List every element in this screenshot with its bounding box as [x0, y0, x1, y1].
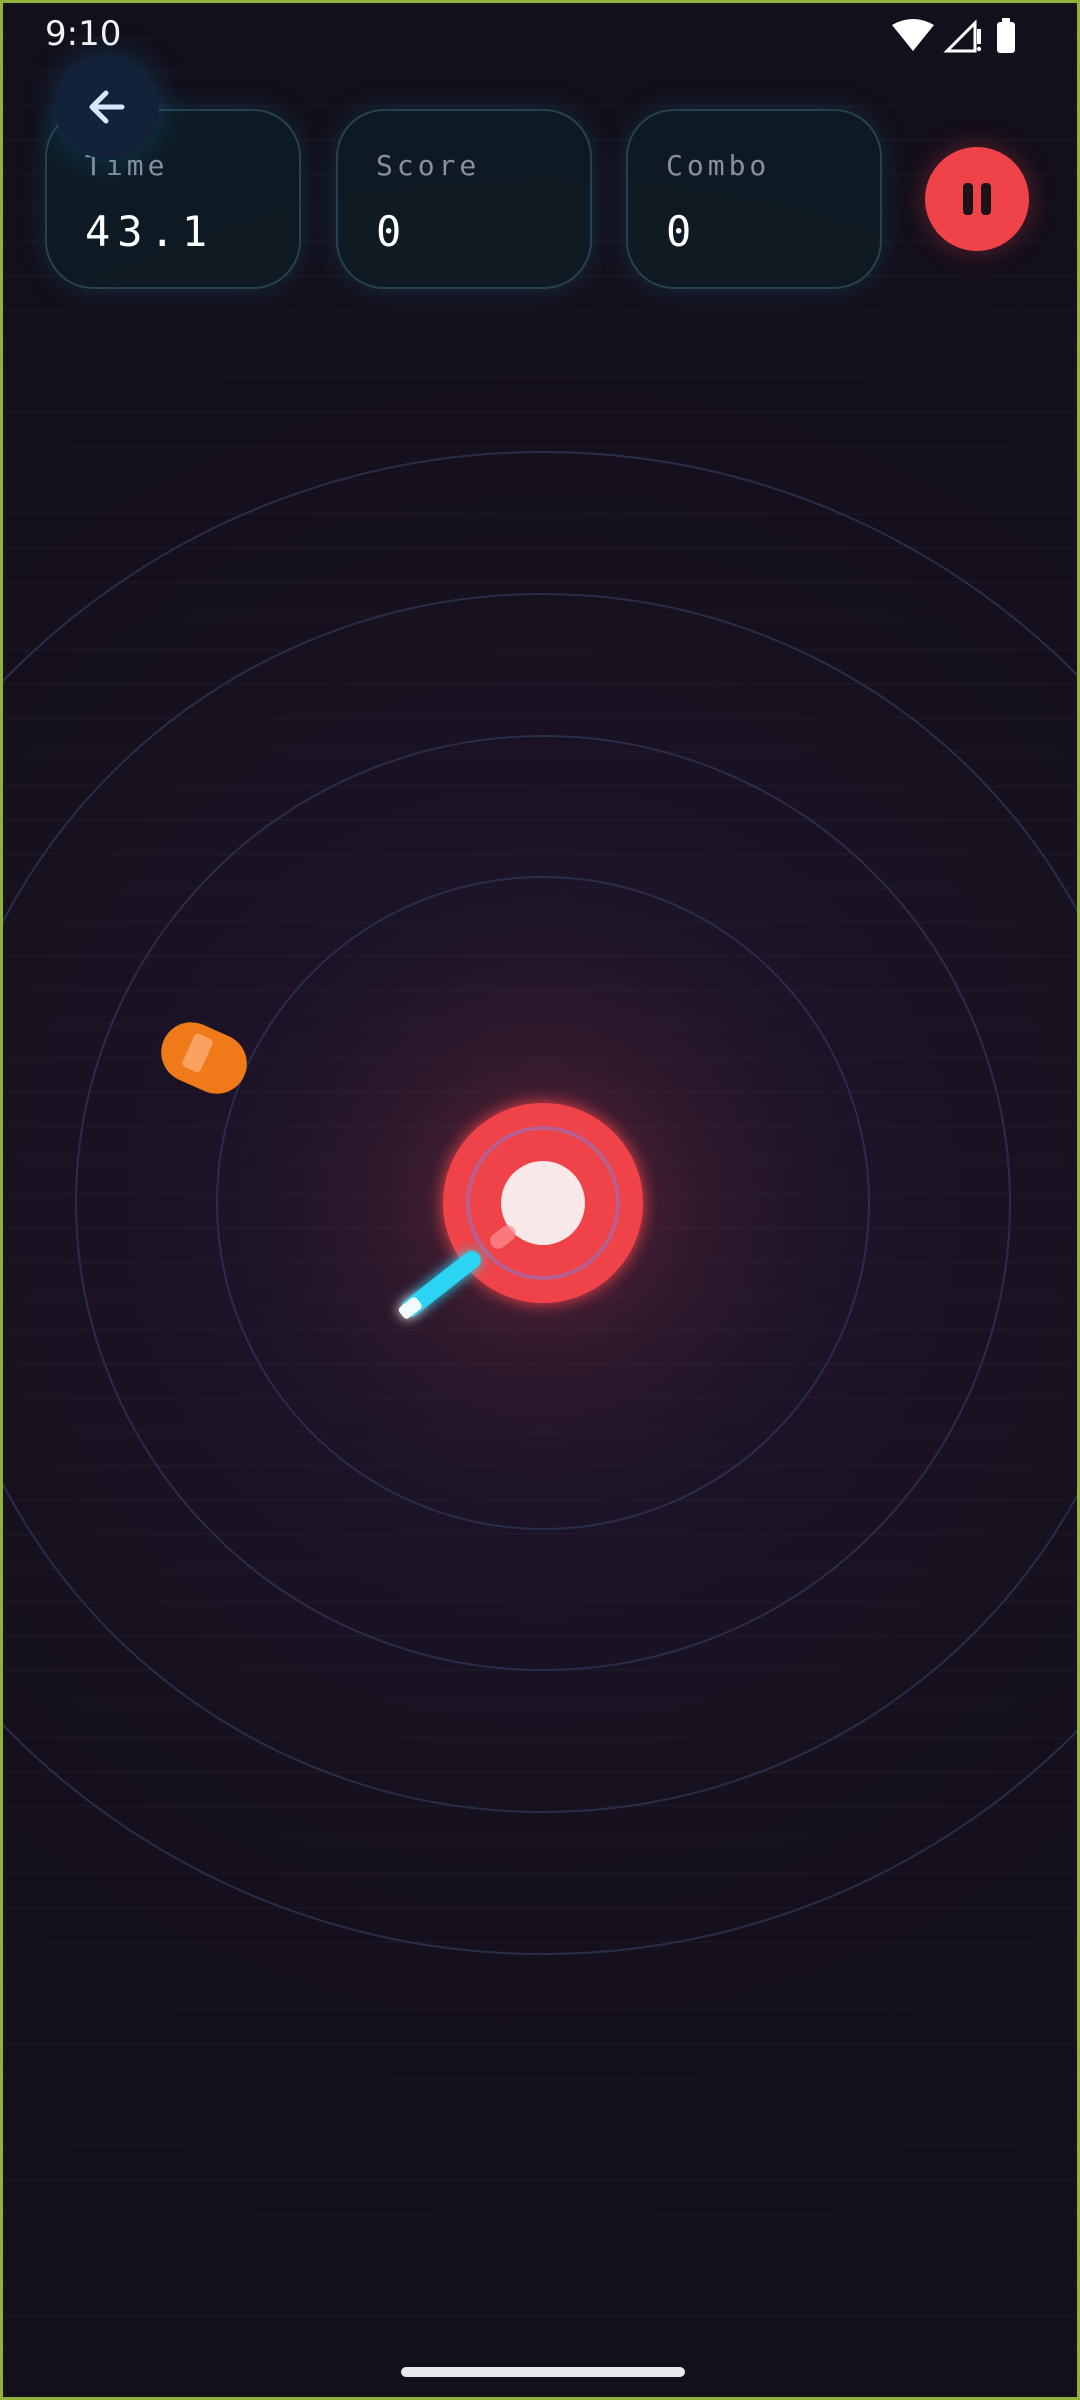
pause-icon	[963, 183, 991, 215]
home-indicator[interactable]	[401, 2367, 685, 2377]
signal-icon	[943, 19, 982, 53]
hud-layer: 9:10 Time 43.1 Score 0 Combo 0	[3, 3, 1077, 2397]
arrow-left-icon	[89, 90, 125, 124]
time-value: 43.1	[85, 207, 215, 256]
back-button[interactable]	[55, 55, 159, 159]
game-screen: 9:10 Time 43.1 Score 0 Combo 0	[0, 0, 1080, 2400]
status-icons	[892, 18, 1015, 53]
combo-value: 0	[666, 207, 699, 256]
wifi-icon	[892, 19, 934, 51]
score-label: Score	[376, 149, 481, 182]
status-bar: 9:10	[3, 3, 1077, 65]
combo-card: Combo 0	[626, 109, 882, 289]
score-card: Score 0	[336, 109, 592, 289]
battery-icon	[997, 18, 1015, 53]
score-value: 0	[376, 207, 409, 256]
pause-button[interactable]	[925, 147, 1029, 251]
status-time: 9:10	[45, 14, 122, 54]
combo-label: Combo	[666, 149, 771, 182]
